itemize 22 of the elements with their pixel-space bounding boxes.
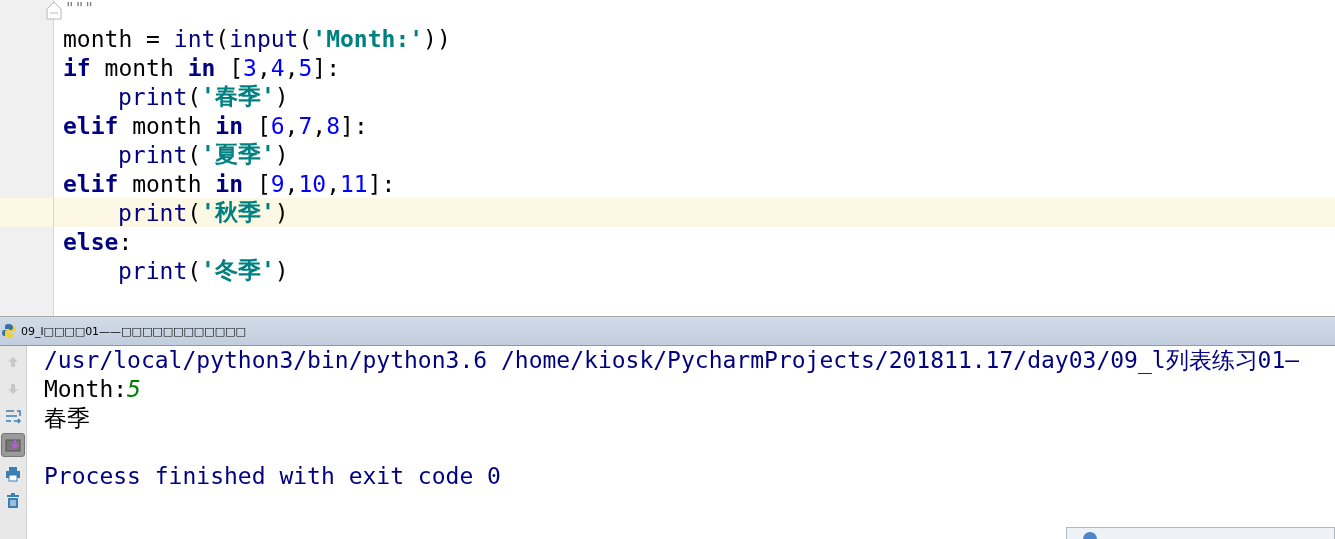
- code-line: else:: [62, 227, 134, 256]
- run-tab-title[interactable]: 09_l□□□□01——□□□□□□□□□□□□: [21, 324, 246, 338]
- scroll-to-end-icon[interactable]: [5, 438, 21, 452]
- console-line: Month:5: [44, 376, 141, 402]
- console-line: 春季: [44, 405, 90, 431]
- trash-icon[interactable]: [6, 493, 20, 509]
- down-arrow-icon[interactable]: [7, 383, 19, 395]
- wrap-icon[interactable]: [5, 408, 21, 424]
- code-line: print('春季'): [117, 82, 290, 111]
- fold-marker-icon[interactable]: [46, 1, 62, 20]
- console-line: /usr/local/python3/bin/python3.6 /home/kiosk/PycharmProjects/201811.17/day03/09_l列表练习01—: [44, 347, 1300, 373]
- exit-message: Process finished with exit code 0: [44, 463, 501, 489]
- python-logo-icon: [1, 323, 17, 339]
- code-line: elif month in [6,7,8]:: [62, 111, 369, 140]
- code-line: print('冬季'): [117, 256, 290, 285]
- code-line: print('夏季'): [117, 140, 290, 169]
- print-icon[interactable]: [5, 466, 21, 482]
- code-line: """: [64, 0, 95, 20]
- code-line: month = int(input('Month:')): [62, 24, 452, 53]
- code-line: elif month in [9,10,11]:: [62, 169, 397, 198]
- code-line: if month in [3,4,5]:: [62, 53, 342, 82]
- up-arrow-icon[interactable]: [7, 356, 19, 368]
